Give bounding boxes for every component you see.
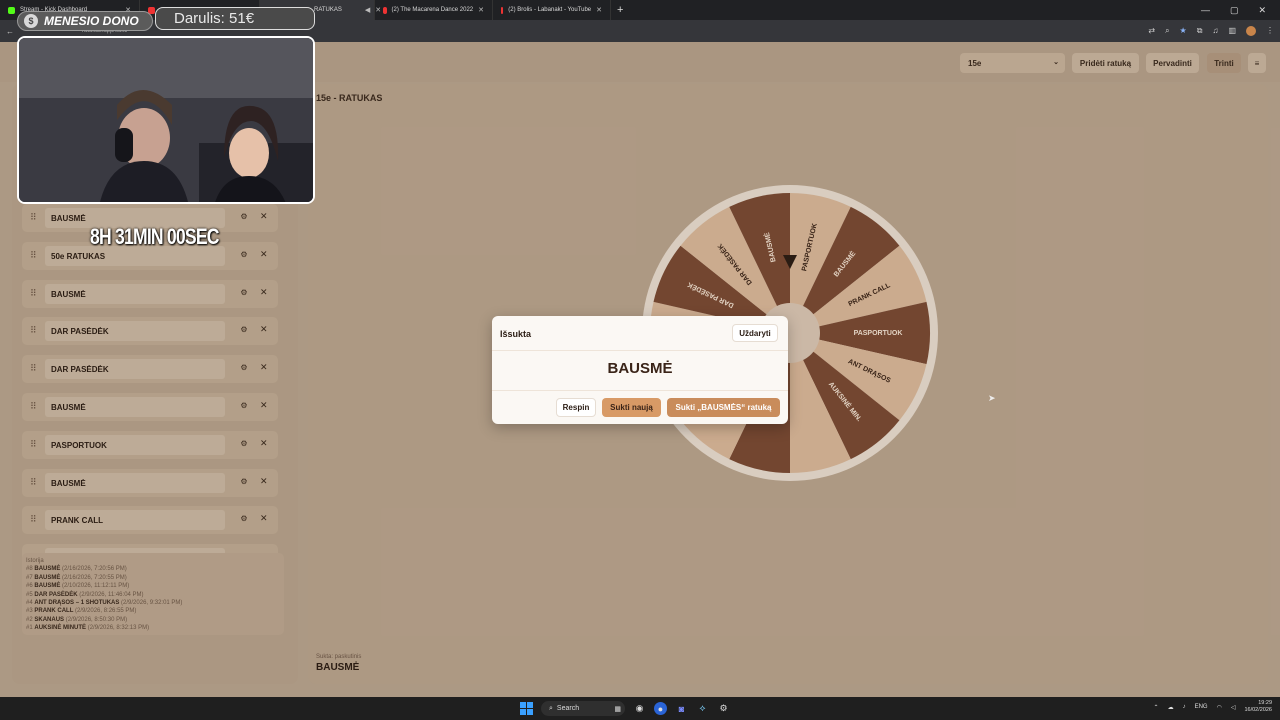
flag-icon: ▦ <box>614 705 621 713</box>
close-tab-icon[interactable]: ✕ <box>478 6 484 14</box>
app-icon[interactable]: ⟡ <box>696 702 709 715</box>
search-icon: ⌕ <box>549 704 553 712</box>
youtube-icon <box>501 6 504 14</box>
extensions-icon[interactable]: ⧉ <box>1197 26 1203 36</box>
mic-icon[interactable]: ♪ <box>1183 704 1186 710</box>
tab-macarena[interactable]: (2) The Macarena Dance 2022 ✕ <box>375 0 493 20</box>
modal-result: BAUSMĖ <box>607 360 673 377</box>
settings-gear-icon[interactable]: ⚙ <box>717 702 730 715</box>
wifi-icon[interactable]: ◠ <box>1217 704 1222 711</box>
taskbar: ⌕ Search ▦ ◉ ● ◙ ⟡ ⚙ ⌃ ☁ ♪ ENG ◠ ◁ 19:29… <box>0 697 1280 720</box>
zoom-icon[interactable]: ⌕ <box>1165 26 1169 36</box>
tray-chevron-icon[interactable]: ⌃ <box>1154 704 1159 711</box>
webcam-image <box>19 38 313 202</box>
spin-penalty-wheel-button[interactable]: Sukti „BAUSMĖS“ ratuką <box>667 398 780 417</box>
tab-title: (2) The Macarena Dance 2022 <box>391 7 474 13</box>
youtube-icon <box>383 6 387 14</box>
clock-time: 19:29 <box>1258 700 1272 706</box>
media-icon[interactable]: ♫ <box>1212 26 1218 36</box>
clock[interactable]: 19:29 16/02/2026 <box>1244 700 1272 714</box>
divider <box>492 350 788 351</box>
taskbar-apps: ⌕ Search ▦ ◉ ● ◙ ⟡ ⚙ <box>520 701 730 716</box>
respin-button[interactable]: Respin <box>556 398 596 417</box>
new-tab-button[interactable]: + <box>611 4 629 16</box>
discord-icon[interactable]: ◙ <box>675 702 688 715</box>
volume-icon[interactable]: ◁ <box>1231 704 1236 711</box>
dollar-coin-icon: $ <box>24 14 38 28</box>
close-window-icon[interactable]: ✕ <box>1258 5 1266 16</box>
top-donor-badge: Darulis: 51€ <box>155 7 315 30</box>
modal-title: Išsukta <box>500 329 532 339</box>
tab-title: (2) Brolis - Labanakt - YouTube <box>508 7 592 13</box>
chrome-icon[interactable]: ● <box>654 702 667 715</box>
bookmark-star-icon[interactable]: ★ <box>1180 26 1187 36</box>
window-controls: — ▢ ✕ <box>1201 5 1280 16</box>
sidepanel-icon[interactable]: ▥ <box>1228 26 1236 36</box>
speaker-icon[interactable]: ◀ <box>365 6 370 14</box>
browser-menu-icon[interactable]: ⋮ <box>1266 26 1274 36</box>
language-indicator[interactable]: ENG <box>1195 704 1208 710</box>
onedrive-icon[interactable]: ☁ <box>1168 704 1174 711</box>
profile-avatar[interactable] <box>1246 26 1256 36</box>
clock-date: 16/02/2026 <box>1244 707 1272 713</box>
windows-start-icon[interactable] <box>520 702 533 715</box>
search-placeholder: Search <box>556 705 580 712</box>
taskbar-search[interactable]: ⌕ Search ▦ <box>541 701 625 716</box>
dono-label: MENESIO DONO <box>44 14 139 28</box>
result-modal: Išsukta Uždaryti BAUSMĖ Respin Sukti nau… <box>492 316 788 424</box>
maximize-icon[interactable]: ▢ <box>1230 5 1239 16</box>
stream-timer: 8H 31MIN 00SEC <box>90 224 219 249</box>
back-icon[interactable]: ← <box>6 27 14 36</box>
system-tray: ⌃ ☁ ♪ ENG ◠ ◁ 19:29 16/02/2026 <box>1154 700 1272 714</box>
spin-new-button[interactable]: Sukti naują <box>602 398 661 417</box>
browser-toolbar-icons: ⇄ ⌕ ★ ⧉ ♫ ▥ ⋮ <box>1148 26 1274 36</box>
translate-icon[interactable]: ⇄ <box>1148 26 1155 36</box>
kick-icon <box>8 6 15 14</box>
monthly-dono-badge: $ MENESIO DONO <box>17 11 153 31</box>
obs-icon[interactable]: ◉ <box>633 702 646 715</box>
tab-title: RATUKAS <box>314 7 342 13</box>
tab-brolis[interactable]: (2) Brolis - Labanakt - YouTube ✕ <box>493 0 611 20</box>
close-button[interactable]: Uždaryti <box>732 324 778 342</box>
divider <box>492 390 788 391</box>
webcam-overlay <box>17 36 315 204</box>
close-tab-icon[interactable]: ✕ <box>596 6 602 14</box>
minimize-icon[interactable]: — <box>1201 5 1210 16</box>
